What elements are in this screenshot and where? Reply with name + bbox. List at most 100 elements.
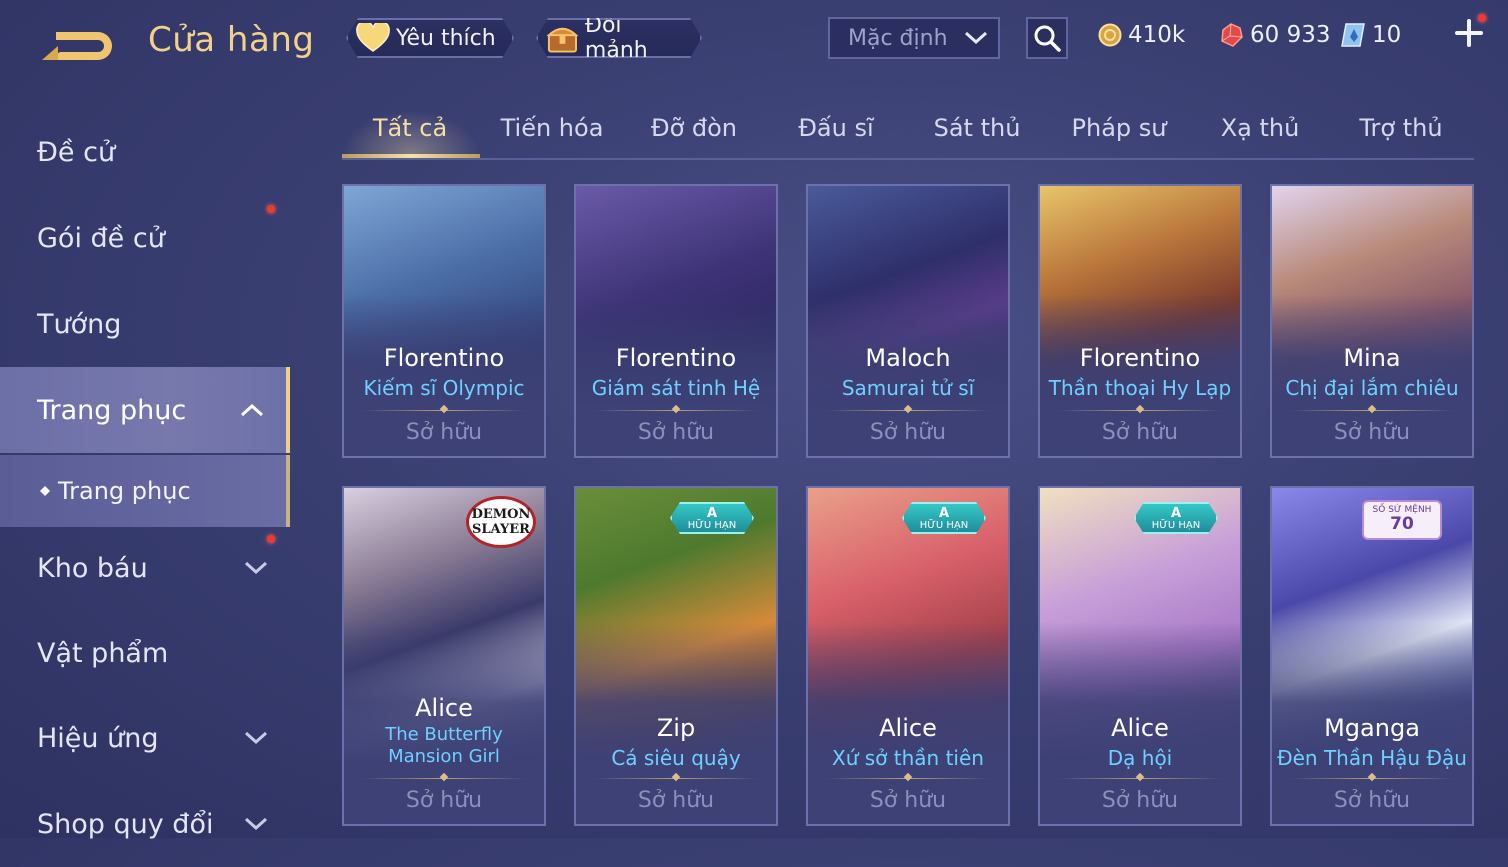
tab-fighter[interactable]: Đấu sĩ xyxy=(798,114,873,142)
sidebar-item-skins[interactable]: Trang phục xyxy=(0,367,290,453)
skin-name: Chị đại lắm chiêu xyxy=(1285,376,1459,400)
sort-selected-value: Mặc định xyxy=(848,25,948,51)
limited-badge: A HỮU HẠN xyxy=(670,502,754,534)
owned-status: Sở hữu xyxy=(1101,788,1179,813)
hero-name: Florentino xyxy=(615,344,737,372)
diamond-voucher-icon xyxy=(1341,23,1365,47)
sidebar-item-effects[interactable]: Hiệu ứng xyxy=(0,695,290,781)
skin-card[interactable]: SỐ SỨ MỆNH 70 Mganga Đèn Thần Hậu Đậu Sở … xyxy=(1270,486,1474,826)
card-divider xyxy=(362,410,526,411)
notification-dot xyxy=(267,535,275,543)
skin-card[interactable]: Mina Chị đại lắm chiêu Sở hữu xyxy=(1270,184,1474,458)
treasure-chest-icon xyxy=(546,22,579,54)
tab-support[interactable]: Trợ thủ xyxy=(1359,114,1442,142)
skin-name: Thần thoại Hy Lạp xyxy=(1048,376,1232,400)
search-icon xyxy=(1034,25,1061,52)
heart-icon xyxy=(356,23,390,53)
hero-name: Alice xyxy=(1111,714,1169,742)
favorite-label: Yêu thích xyxy=(396,25,496,51)
shard-exchange-label: Đổi mảnh xyxy=(584,13,648,63)
notification-dot xyxy=(1478,14,1486,22)
skin-card[interactable]: Florentino Thần thoại Hy Lạp Sở hữu xyxy=(1038,184,1242,458)
skin-name: Dạ hội xyxy=(1107,746,1173,770)
tab-evolution[interactable]: Tiến hóa xyxy=(501,114,604,142)
skin-card[interactable]: A HỮU HẠN Zip Cá siêu quậy Sở hữu xyxy=(574,486,778,826)
hero-name: Florentino xyxy=(383,344,505,372)
skin-card[interactable]: DEMON SLAYER Alice The Butterfly Mansion… xyxy=(342,486,546,826)
add-currency-button[interactable] xyxy=(1452,18,1486,52)
sort-dropdown[interactable]: Mặc định xyxy=(828,17,1000,59)
owned-status: Sở hữu xyxy=(869,788,947,813)
demon-slayer-badge: DEMON SLAYER xyxy=(466,496,536,548)
ruby-currency: 60 933 xyxy=(1218,18,1330,52)
mission-number-badge: SỐ SỨ MỆNH 70 xyxy=(1362,500,1442,540)
card-divider xyxy=(826,778,990,779)
ruby-amount: 60 933 xyxy=(1250,22,1331,48)
notification-dot xyxy=(267,205,275,213)
sidebar-item-label: Vật phẩm xyxy=(37,637,169,669)
sidebar-item-recommended-bundle[interactable]: Gói đề cử xyxy=(0,195,290,281)
chevron-down-icon xyxy=(964,31,988,45)
owned-status: Sở hữu xyxy=(869,420,947,445)
owned-status: Sở hữu xyxy=(637,788,715,813)
hero-name: Florentino xyxy=(1079,344,1201,372)
skin-name: The Butterfly Mansion Girl xyxy=(385,724,503,767)
sidebar-item-label: Tướng xyxy=(37,308,122,340)
sidebar: Đề cử Gói đề cử Tướng Trang phục Trang p… xyxy=(0,95,290,840)
sidebar-subitem-skins[interactable]: Trang phục xyxy=(0,455,290,527)
card-divider xyxy=(1290,410,1454,411)
hero-name: Alice xyxy=(415,694,473,722)
sidebar-item-recommended[interactable]: Đề cử xyxy=(0,109,290,195)
card-divider xyxy=(1058,778,1222,779)
hero-name: Zip xyxy=(656,714,696,742)
skin-name: Đèn Thần Hậu Đậu xyxy=(1277,746,1467,770)
role-tabs: Tất cả Tiến hóa Đỡ đòn Đấu sĩ Sát thủ Ph… xyxy=(342,104,1474,160)
skin-card[interactable]: Maloch Samurai tử sĩ Sở hữu xyxy=(806,184,1010,458)
card-divider xyxy=(1290,778,1454,779)
skin-name: Cá siêu quậy xyxy=(611,746,741,770)
search-button[interactable] xyxy=(1026,17,1068,59)
sidebar-item-label: Kho báu xyxy=(37,552,148,584)
owned-status: Sở hữu xyxy=(1333,420,1411,445)
sidebar-item-label: Hiệu ứng xyxy=(37,722,159,754)
sidebar-item-label: Đề cử xyxy=(37,136,116,168)
skin-name: Giám sát tinh Hệ xyxy=(591,376,761,400)
sidebar-subitem-label: Trang phục xyxy=(58,477,191,505)
hero-name: Maloch xyxy=(865,344,951,372)
diamond-currency: 10 xyxy=(1340,18,1401,52)
card-divider xyxy=(1058,410,1222,411)
owned-status: Sở hữu xyxy=(1333,788,1411,813)
skin-card[interactable]: Florentino Giám sát tinh Hệ Sở hữu xyxy=(574,184,778,458)
card-divider xyxy=(594,410,758,411)
sidebar-item-items[interactable]: Vật phẩm xyxy=(0,610,290,696)
sidebar-item-label: Gói đề cử xyxy=(37,222,165,254)
sidebar-item-heroes[interactable]: Tướng xyxy=(0,281,290,367)
tab-marksman[interactable]: Xạ thủ xyxy=(1221,114,1300,142)
tab-assassin[interactable]: Sát thủ xyxy=(934,114,1021,142)
active-tab-underline xyxy=(342,154,480,158)
shard-exchange-button[interactable]: Đổi mảnh xyxy=(536,18,702,58)
diamond-bullet-icon xyxy=(40,486,50,496)
tab-all[interactable]: Tất cả xyxy=(373,114,447,142)
skin-card[interactable]: Florentino Kiếm sĩ Olympic Sở hữu xyxy=(342,184,546,458)
gold-coin-icon xyxy=(1098,23,1122,47)
tab-mage[interactable]: Pháp sư xyxy=(1072,114,1167,142)
sidebar-item-label: Shop quy đổi xyxy=(37,808,214,840)
skin-name: Xứ sở thần tiên xyxy=(832,746,984,770)
skin-card[interactable]: A HỮU HẠN Alice Xứ sở thần tiên Sở hữu xyxy=(806,486,1010,826)
ruby-gem-icon xyxy=(1221,23,1243,47)
sidebar-item-exchange-shop[interactable]: Shop quy đổi xyxy=(0,781,290,867)
owned-status: Sở hữu xyxy=(405,420,483,445)
favorite-button[interactable]: Yêu thích xyxy=(346,18,514,58)
hero-name: Alice xyxy=(879,714,937,742)
skin-name: Kiếm sĩ Olympic xyxy=(363,376,525,400)
back-button[interactable] xyxy=(38,22,118,66)
sidebar-item-treasure[interactable]: Kho báu xyxy=(0,525,290,611)
limited-badge: A HỮU HẠN xyxy=(902,502,986,534)
hero-name: Mganga xyxy=(1324,714,1420,742)
skin-card[interactable]: A HỮU HẠN Alice Dạ hội Sở hữu xyxy=(1038,486,1242,826)
tab-tank[interactable]: Đỡ đòn xyxy=(651,114,737,142)
chevron-down-icon xyxy=(244,561,268,575)
chevron-up-icon xyxy=(240,403,264,417)
page-title: Cửa hàng xyxy=(148,20,315,60)
